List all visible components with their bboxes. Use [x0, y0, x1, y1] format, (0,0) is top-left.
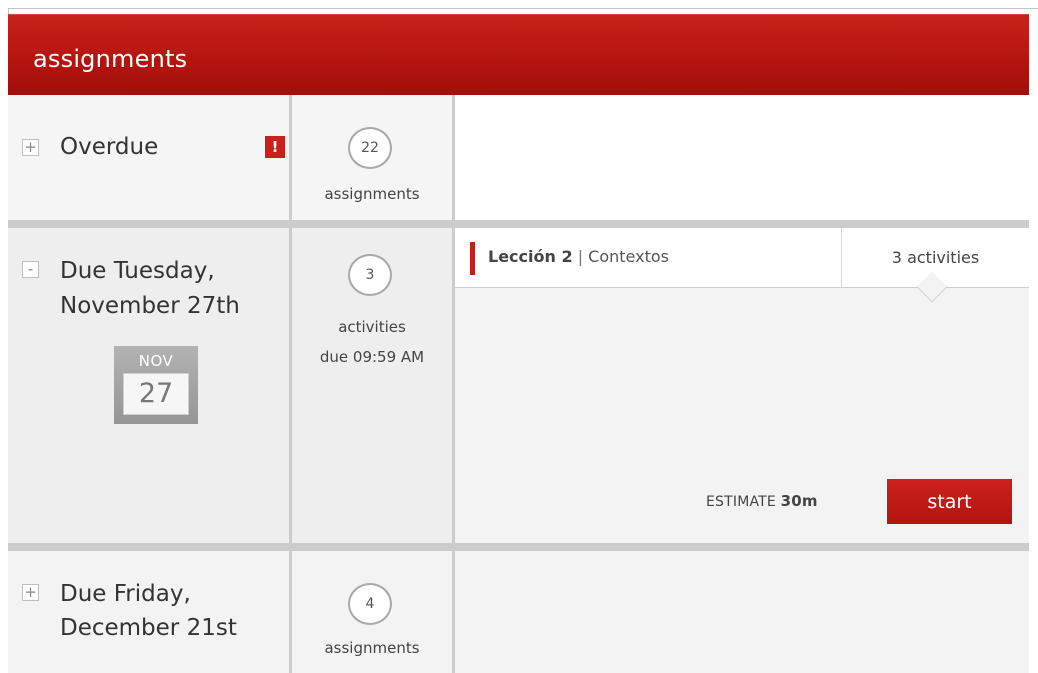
count-label: assignments: [324, 185, 420, 203]
group-detail-cell: [455, 95, 1029, 220]
count-label: assignments: [324, 639, 420, 657]
row-separator: [8, 220, 1029, 228]
lesson-separator: |: [577, 247, 584, 266]
group-row-nov-27: - Due Tuesday, November 27th NOV 27 3 ac…: [8, 228, 1029, 543]
group-row-overdue: + Overdue ! 22 assignments: [8, 95, 1029, 220]
collapse-toggle-icon[interactable]: -: [22, 261, 39, 278]
lesson-accent-bar: [470, 242, 475, 275]
lesson-bar: Lección 2 | Contextos 3 activities: [455, 228, 1029, 288]
group-title-line2: December 21st: [60, 615, 237, 641]
group-count-cell: 3 activities due 09:59 AM: [292, 228, 452, 543]
row-separator: [8, 543, 1029, 551]
lesson-subtitle: Contextos: [588, 247, 669, 266]
lesson-heading[interactable]: Lección 2 | Contextos: [488, 247, 669, 266]
group-detail-cell: Lección 2 | Contextos 3 activities ESTIM…: [455, 228, 1029, 543]
due-time: due 09:59 AM: [319, 348, 425, 366]
group-title-line2: November 27th: [60, 293, 240, 319]
assignment-count-badge: 4: [348, 583, 392, 625]
header-title: assignments: [33, 45, 188, 73]
count-label: activities: [338, 318, 406, 336]
group-row-dec-21: + Due Friday, December 21st 4 assignment…: [8, 551, 1029, 673]
assignments-header: assignments: [8, 14, 1029, 95]
estimate-value: 30m: [780, 492, 818, 510]
start-button[interactable]: start: [887, 479, 1012, 524]
group-title-line1: Due Friday,: [60, 581, 191, 607]
expand-toggle-icon[interactable]: +: [22, 139, 39, 156]
overdue-alert-icon: !: [265, 136, 285, 158]
estimate-label: ESTIMATE: [706, 494, 776, 510]
calendar-day: 27: [123, 373, 189, 415]
group-count-cell: 22 assignments: [292, 95, 452, 220]
group-title-cell[interactable]: + Due Friday, December 21st: [8, 551, 289, 673]
expand-toggle-icon[interactable]: +: [22, 584, 39, 601]
group-count-cell: 4 assignments: [292, 551, 452, 673]
calendar-icon: NOV 27: [114, 346, 198, 424]
calendar-month: NOV: [138, 352, 174, 370]
lesson-name: Lección 2: [488, 247, 573, 266]
activity-count-badge: 3: [348, 254, 392, 296]
group-title-cell[interactable]: + Overdue !: [8, 95, 289, 220]
group-title: Overdue: [60, 134, 159, 160]
group-detail-cell: [455, 551, 1029, 673]
assignment-count-badge: 22: [348, 127, 392, 169]
time-estimate: ESTIMATE 30m: [706, 492, 818, 510]
group-title-line1: Due Tuesday,: [60, 258, 215, 284]
group-title-cell[interactable]: - Due Tuesday, November 27th NOV 27: [8, 228, 289, 543]
